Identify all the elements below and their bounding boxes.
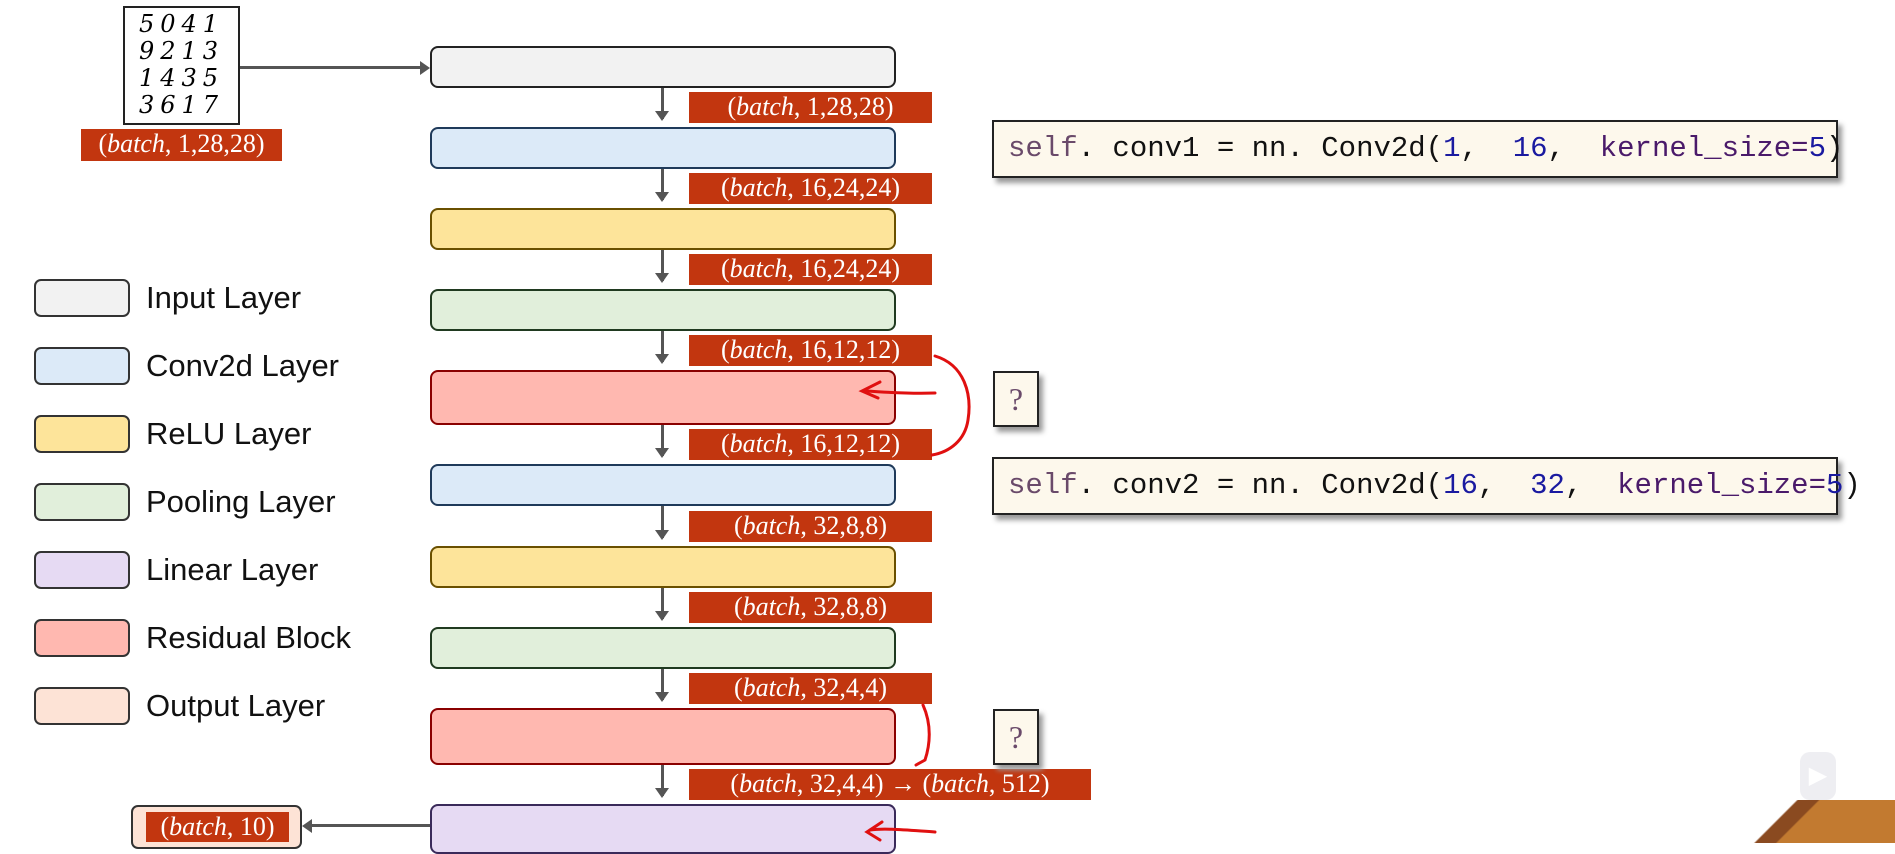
bilibili-play-icon[interactable]: ▶ [1800, 752, 1836, 800]
arrow-stroke [864, 389, 937, 395]
skip-connection-stroke [930, 354, 971, 457]
skip-connection-stroke [914, 703, 931, 767]
video-thumbnail-corner [1720, 800, 1895, 843]
handwritten-annotations [858, 354, 971, 842]
arrow-stroke [868, 827, 937, 834]
